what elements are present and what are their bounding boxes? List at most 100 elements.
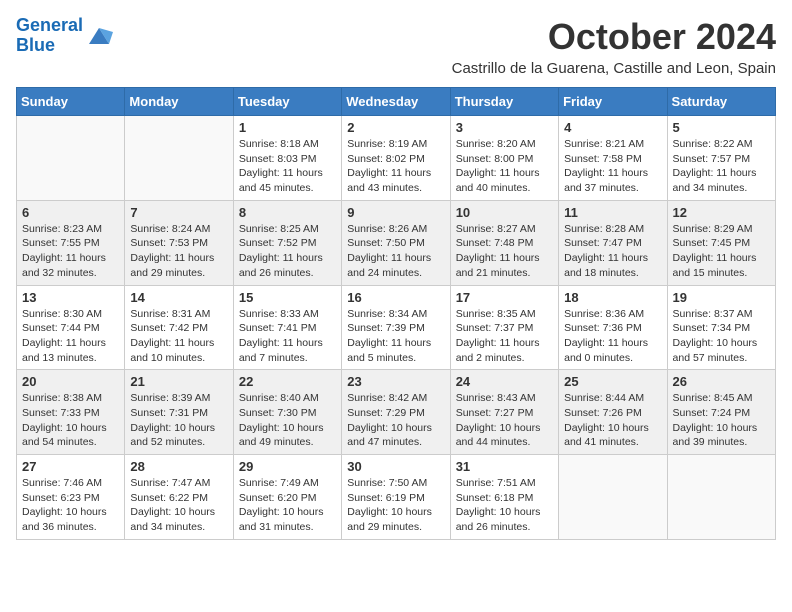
header-friday: Friday	[559, 88, 667, 116]
table-row	[17, 116, 125, 201]
day-number: 10	[456, 205, 553, 220]
day-info: Sunrise: 8:34 AMSunset: 7:39 PMDaylight:…	[347, 307, 444, 366]
day-info: Sunrise: 8:27 AMSunset: 7:48 PMDaylight:…	[456, 222, 553, 281]
day-info: Sunrise: 8:25 AMSunset: 7:52 PMDaylight:…	[239, 222, 336, 281]
day-number: 2	[347, 120, 444, 135]
day-number: 22	[239, 374, 336, 389]
table-row: 10 Sunrise: 8:27 AMSunset: 7:48 PMDayligh…	[450, 200, 558, 285]
calendar-body: 1 Sunrise: 8:18 AMSunset: 8:03 PMDaylight…	[17, 116, 776, 540]
day-info: Sunrise: 8:28 AMSunset: 7:47 PMDaylight:…	[564, 222, 661, 281]
day-number: 19	[673, 290, 770, 305]
day-info: Sunrise: 8:26 AMSunset: 7:50 PMDaylight:…	[347, 222, 444, 281]
calendar-week-row: 1 Sunrise: 8:18 AMSunset: 8:03 PMDaylight…	[17, 116, 776, 201]
table-row: 17 Sunrise: 8:35 AMSunset: 7:37 PMDayligh…	[450, 285, 558, 370]
day-info: Sunrise: 8:42 AMSunset: 7:29 PMDaylight:…	[347, 391, 444, 450]
logo-icon	[85, 22, 113, 50]
page-header: General Blue October 2024 Castrillo de l…	[16, 16, 776, 77]
day-number: 25	[564, 374, 661, 389]
day-number: 16	[347, 290, 444, 305]
table-row: 31 Sunrise: 7:51 AMSunset: 6:18 PMDayligh…	[450, 455, 558, 540]
day-info: Sunrise: 7:49 AMSunset: 6:20 PMDaylight:…	[239, 476, 336, 535]
table-row: 9 Sunrise: 8:26 AMSunset: 7:50 PMDaylight…	[342, 200, 450, 285]
day-number: 5	[673, 120, 770, 135]
day-number: 31	[456, 459, 553, 474]
day-info: Sunrise: 7:51 AMSunset: 6:18 PMDaylight:…	[456, 476, 553, 535]
table-row	[125, 116, 233, 201]
table-row: 30Sunrise: 7:50 AMSunset: 6:19 PMDayligh…	[342, 455, 450, 540]
header-tuesday: Tuesday	[233, 88, 341, 116]
day-info: Sunrise: 8:33 AMSunset: 7:41 PMDaylight:…	[239, 307, 336, 366]
day-info: Sunrise: 7:50 AMSunset: 6:19 PMDaylight:…	[347, 476, 444, 535]
day-number: 24	[456, 374, 553, 389]
header-thursday: Thursday	[450, 88, 558, 116]
logo-general: General	[16, 15, 83, 35]
table-row: 26 Sunrise: 8:45 AMSunset: 7:24 PMDayligh…	[667, 370, 775, 455]
table-row: 19 Sunrise: 8:37 AMSunset: 7:34 PMDayligh…	[667, 285, 775, 370]
table-row: 15 Sunrise: 8:33 AMSunset: 7:41 PMDayligh…	[233, 285, 341, 370]
calendar-table: Sunday Monday Tuesday Wednesday Thursday…	[16, 87, 776, 540]
table-row	[667, 455, 775, 540]
day-info: Sunrise: 7:47 AMSunset: 6:22 PMDaylight:…	[130, 476, 227, 535]
day-number: 27	[22, 459, 119, 474]
day-info: Sunrise: 8:21 AMSunset: 7:58 PMDaylight:…	[564, 137, 661, 196]
day-info: Sunrise: 8:20 AMSunset: 8:00 PMDaylight:…	[456, 137, 553, 196]
table-row: 12 Sunrise: 8:29 AMSunset: 7:45 PMDayligh…	[667, 200, 775, 285]
table-row: 16 Sunrise: 8:34 AMSunset: 7:39 PMDayligh…	[342, 285, 450, 370]
day-info: Sunrise: 8:38 AMSunset: 7:33 PMDaylight:…	[22, 391, 119, 450]
table-row: 7Sunrise: 8:24 AMSunset: 7:53 PMDaylight…	[125, 200, 233, 285]
calendar-week-row: 27 Sunrise: 7:46 AMSunset: 6:23 PMDayligh…	[17, 455, 776, 540]
logo-text: General Blue	[16, 16, 83, 56]
table-row: 24Sunrise: 8:43 AMSunset: 7:27 PMDayligh…	[450, 370, 558, 455]
day-number: 3	[456, 120, 553, 135]
table-row: 22 Sunrise: 8:40 AMSunset: 7:30 PMDayligh…	[233, 370, 341, 455]
day-info: Sunrise: 8:36 AMSunset: 7:36 PMDaylight:…	[564, 307, 661, 366]
day-info: Sunrise: 8:22 AMSunset: 7:57 PMDaylight:…	[673, 137, 770, 196]
day-number: 9	[347, 205, 444, 220]
day-info: Sunrise: 8:31 AMSunset: 7:42 PMDaylight:…	[130, 307, 227, 366]
day-info: Sunrise: 8:44 AMSunset: 7:26 PMDaylight:…	[564, 391, 661, 450]
header-monday: Monday	[125, 88, 233, 116]
table-row: 11Sunrise: 8:28 AMSunset: 7:47 PMDayligh…	[559, 200, 667, 285]
day-info: Sunrise: 8:37 AMSunset: 7:34 PMDaylight:…	[673, 307, 770, 366]
title-block: October 2024 Castrillo de la Guarena, Ca…	[452, 16, 776, 77]
calendar-week-row: 13Sunrise: 8:30 AMSunset: 7:44 PMDayligh…	[17, 285, 776, 370]
day-number: 6	[22, 205, 119, 220]
table-row: 18Sunrise: 8:36 AMSunset: 7:36 PMDayligh…	[559, 285, 667, 370]
day-number: 1	[239, 120, 336, 135]
day-number: 21	[130, 374, 227, 389]
table-row: 25 Sunrise: 8:44 AMSunset: 7:26 PMDayligh…	[559, 370, 667, 455]
table-row: 29 Sunrise: 7:49 AMSunset: 6:20 PMDayligh…	[233, 455, 341, 540]
day-number: 15	[239, 290, 336, 305]
day-number: 12	[673, 205, 770, 220]
day-number: 29	[239, 459, 336, 474]
table-row: 1 Sunrise: 8:18 AMSunset: 8:03 PMDaylight…	[233, 116, 341, 201]
day-info: Sunrise: 8:40 AMSunset: 7:30 PMDaylight:…	[239, 391, 336, 450]
location-title: Castrillo de la Guarena, Castille and Le…	[452, 60, 776, 77]
day-info: Sunrise: 8:30 AMSunset: 7:44 PMDaylight:…	[22, 307, 119, 366]
header-sunday: Sunday	[17, 88, 125, 116]
day-info: Sunrise: 7:46 AMSunset: 6:23 PMDaylight:…	[22, 476, 119, 535]
day-info: Sunrise: 8:19 AMSunset: 8:02 PMDaylight:…	[347, 137, 444, 196]
month-title: October 2024	[452, 16, 776, 58]
table-row: 23Sunrise: 8:42 AMSunset: 7:29 PMDayligh…	[342, 370, 450, 455]
day-number: 14	[130, 290, 227, 305]
day-number: 7	[130, 205, 227, 220]
header-saturday: Saturday	[667, 88, 775, 116]
day-number: 26	[673, 374, 770, 389]
calendar-week-row: 20 Sunrise: 8:38 AMSunset: 7:33 PMDayligh…	[17, 370, 776, 455]
day-info: Sunrise: 8:18 AMSunset: 8:03 PMDaylight:…	[239, 137, 336, 196]
day-number: 17	[456, 290, 553, 305]
day-number: 4	[564, 120, 661, 135]
day-number: 20	[22, 374, 119, 389]
day-info: Sunrise: 8:45 AMSunset: 7:24 PMDaylight:…	[673, 391, 770, 450]
day-info: Sunrise: 8:35 AMSunset: 7:37 PMDaylight:…	[456, 307, 553, 366]
day-number: 8	[239, 205, 336, 220]
day-info: Sunrise: 8:29 AMSunset: 7:45 PMDaylight:…	[673, 222, 770, 281]
calendar-header-row: Sunday Monday Tuesday Wednesday Thursday…	[17, 88, 776, 116]
table-row: 8 Sunrise: 8:25 AMSunset: 7:52 PMDaylight…	[233, 200, 341, 285]
table-row: 20 Sunrise: 8:38 AMSunset: 7:33 PMDayligh…	[17, 370, 125, 455]
day-number: 28	[130, 459, 227, 474]
table-row: 3 Sunrise: 8:20 AMSunset: 8:00 PMDaylight…	[450, 116, 558, 201]
table-row: 2 Sunrise: 8:19 AMSunset: 8:02 PMDaylight…	[342, 116, 450, 201]
table-row: 21Sunrise: 8:39 AMSunset: 7:31 PMDayligh…	[125, 370, 233, 455]
